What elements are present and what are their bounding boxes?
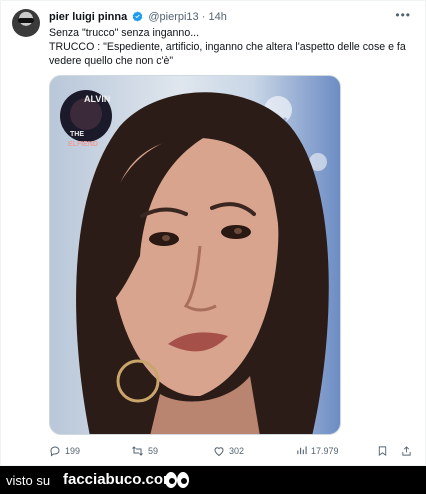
views-count: 17.979 [311, 445, 339, 456]
reply-button[interactable]: 199 [49, 445, 80, 457]
bookmark-icon [378, 446, 387, 457]
tweet-text: Senza "trucco" senza inganno... TRUCCO :… [49, 26, 409, 68]
tweet-card: pier luigi pinna @pierpi13 · 14h ••• Sen… [0, 0, 426, 466]
repost-button[interactable]: 59 [131, 445, 158, 457]
like-count: 302 [229, 446, 245, 456]
site-watermark-bar: visto su facciabuco.com [0, 466, 426, 494]
tweet-text-line: Senza "trucco" senza inganno... [49, 27, 200, 39]
svg-text:THE: THE [70, 131, 84, 138]
reply-icon [50, 446, 60, 457]
views-button[interactable]: 17.979 [296, 445, 339, 456]
bookmark-button[interactable] [377, 445, 388, 457]
tweet-text-line: TRUCCO : "Espediente, artificio, inganno… [49, 41, 406, 67]
verified-badge-icon [132, 11, 143, 27]
avatar-sunglasses [18, 18, 34, 23]
user-name[interactable]: pier luigi pinna [49, 11, 127, 23]
watermark-prefix: visto su [6, 473, 51, 488]
tweet-time[interactable]: 14h [208, 11, 226, 23]
tweet-image[interactable]: ALVIN THE ELFIEND [49, 75, 341, 435]
user-handle[interactable]: @pierpi13 [148, 11, 198, 23]
heart-icon [214, 447, 224, 457]
share-button[interactable] [401, 445, 412, 457]
like-button[interactable]: 302 [213, 445, 244, 457]
watermark-brand[interactable]: facciabuco.com [63, 471, 176, 488]
repost-count: 59 [148, 446, 159, 456]
svg-text:ELFIEND: ELFIEND [68, 141, 98, 148]
separator-dot: · [201, 11, 206, 23]
svg-text:ALVIN: ALVIN [84, 94, 110, 104]
repost-icon [132, 446, 143, 456]
views-icon [297, 446, 307, 455]
tweet-header: pier luigi pinna @pierpi13 · 14h [49, 9, 413, 25]
tweet-actions: 199 59 302 17.979 [49, 445, 412, 459]
reply-count: 199 [65, 446, 81, 456]
share-icon [402, 446, 411, 456]
avatar[interactable] [12, 9, 40, 37]
portrait-photo: ALVIN THE ELFIEND [60, 90, 329, 434]
eyes-logo-icon [165, 472, 189, 488]
more-options-icon[interactable]: ••• [395, 8, 411, 22]
